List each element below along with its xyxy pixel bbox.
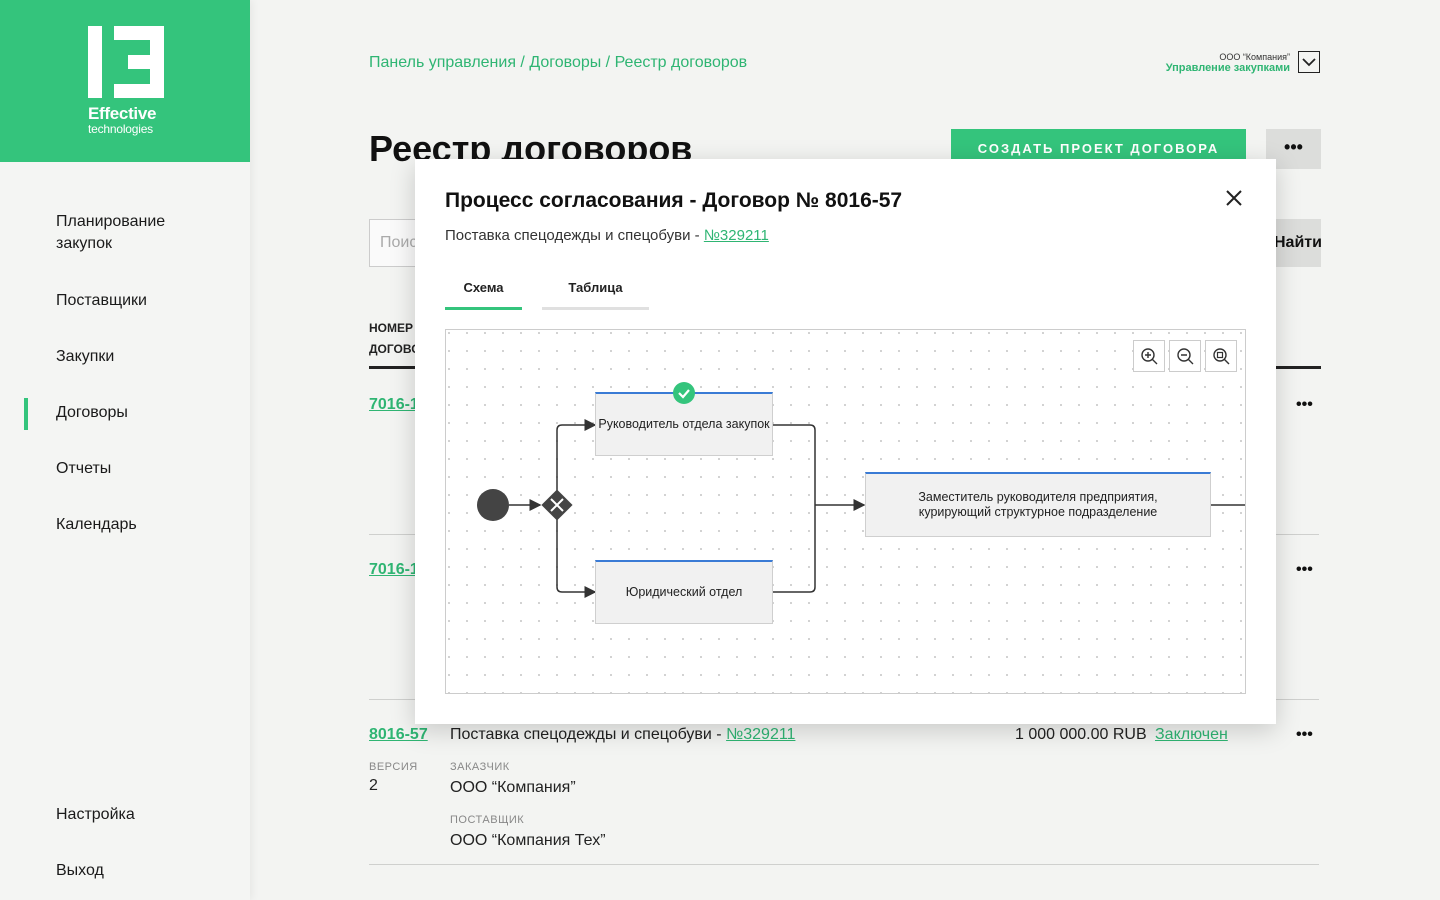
page-title: Реестр договоров — [369, 128, 693, 162]
sidebar-item-label: закупок — [56, 235, 112, 252]
status-link[interactable]: Заключен — [1155, 726, 1228, 744]
zoom-reset-icon — [1213, 348, 1230, 365]
sidebar-item-logout[interactable]: Выход — [0, 860, 250, 882]
sidebar-item-purchases[interactable]: Закупки — [0, 346, 250, 368]
company-name: ООО “Компания” — [1219, 52, 1290, 62]
procurement-link[interactable]: №329211 — [704, 227, 769, 244]
logo[interactable]: Effective technologies — [0, 0, 250, 162]
logo-name: Effective — [88, 104, 157, 123]
start-event — [477, 489, 509, 521]
version-label: ВЕРСИЯ — [369, 761, 418, 773]
contract-title-text: Поставка спецодежды и спецобуви - — [450, 726, 727, 743]
sidebar-item-planning[interactable]: Планирование закупок — [0, 211, 250, 255]
sidebar-item-label: Отчеты — [56, 460, 112, 477]
sidebar-nav: Планирование закупок Поставщики Закупки … — [0, 208, 250, 536]
connector-merge-lower — [773, 505, 816, 593]
row-more-button[interactable]: ••• — [1296, 396, 1313, 414]
breadcrumb[interactable]: Панель управления / Договоры / Реестр до… — [369, 54, 747, 72]
sidebar-item-label: Настройка — [56, 806, 135, 823]
sidebar-item-label: Договоры — [56, 404, 128, 421]
contract-number-link[interactable]: 7016-1 — [369, 561, 419, 579]
contract-number-link[interactable]: 8016-57 — [369, 726, 428, 744]
supplier-value: ООО “Компания Тех” — [450, 832, 606, 849]
sidebar-item-label: Поставщики — [56, 292, 147, 309]
sidebar-item-label: Выход — [56, 862, 104, 879]
sidebar-item-label: Календарь — [56, 516, 137, 533]
connector-lower — [556, 505, 597, 598]
row-more-button[interactable]: ••• — [1296, 726, 1313, 744]
supplier-label: ПОСТАВЩИК — [450, 814, 525, 826]
diagram-canvas[interactable]: Руководитель отдела закупок Юридический … — [445, 329, 1246, 694]
row-more-button[interactable]: ••• — [1296, 561, 1313, 579]
close-icon — [1226, 190, 1242, 206]
check-circle-icon — [673, 382, 695, 404]
customer-label: ЗАКАЗЧИК — [450, 761, 510, 773]
sidebar: Effective technologies Планирование заку… — [0, 0, 250, 900]
contract-number-link[interactable]: 7016-1 — [369, 396, 419, 414]
logo-sub: technologies — [88, 122, 153, 136]
sidebar-bottom: Настройка Выход — [0, 804, 250, 882]
logo-icon — [88, 26, 164, 98]
connector-merge-upper — [773, 424, 816, 505]
zoom-out-icon — [1177, 348, 1194, 365]
company-role: Управление закупками — [1165, 62, 1290, 74]
node-deputy-head[interactable]: Заместитель руководителя предприятия, ку… — [865, 472, 1211, 537]
sidebar-item-contracts[interactable]: Договоры — [0, 398, 250, 430]
tab-scheme[interactable]: Схема — [445, 280, 522, 310]
chevron-down-icon — [1302, 58, 1316, 67]
procurement-link[interactable]: №329211 — [726, 726, 795, 743]
contract-amount: 1 000 000.00 RUB — [1015, 726, 1147, 743]
sidebar-item-reports[interactable]: Отчеты — [0, 458, 250, 480]
sidebar-item-calendar[interactable]: Календарь — [0, 514, 250, 536]
sidebar-item-label: Закупки — [56, 348, 115, 365]
contract-title: Поставка спецодежды и спецобуви - №32921… — [450, 726, 795, 744]
modal-subtitle-text: Поставка спецодежды и спецобуви - — [445, 227, 704, 244]
company-dropdown-button[interactable] — [1298, 51, 1320, 73]
modal-subtitle: Поставка спецодежды и спецобуви - №32921… — [445, 227, 769, 244]
connector-upper — [556, 419, 597, 505]
approval-process-modal: Процесс согласования - Договор № 8016-57… — [415, 159, 1276, 724]
version-value: 2 — [369, 777, 378, 794]
node-legal-department[interactable]: Юридический отдел — [595, 560, 773, 624]
modal-title: Процесс согласования - Договор № 8016-57 — [445, 189, 903, 212]
zoom-in-button[interactable] — [1133, 340, 1165, 372]
zoom-out-button[interactable] — [1169, 340, 1201, 372]
company-switcher[interactable]: ООО “Компания” Управление закупками — [1100, 52, 1290, 74]
zoom-reset-button[interactable] — [1205, 340, 1237, 372]
row-divider — [369, 864, 1319, 865]
close-button[interactable] — [1223, 189, 1245, 211]
customer-value: ООО “Компания” — [450, 779, 576, 796]
sidebar-item-settings[interactable]: Настройка — [0, 804, 250, 826]
zoom-in-icon — [1141, 348, 1158, 365]
sidebar-item-label: Планирование — [56, 213, 166, 230]
tab-table[interactable]: Таблица — [542, 280, 649, 310]
sidebar-item-suppliers[interactable]: Поставщики — [0, 290, 250, 312]
